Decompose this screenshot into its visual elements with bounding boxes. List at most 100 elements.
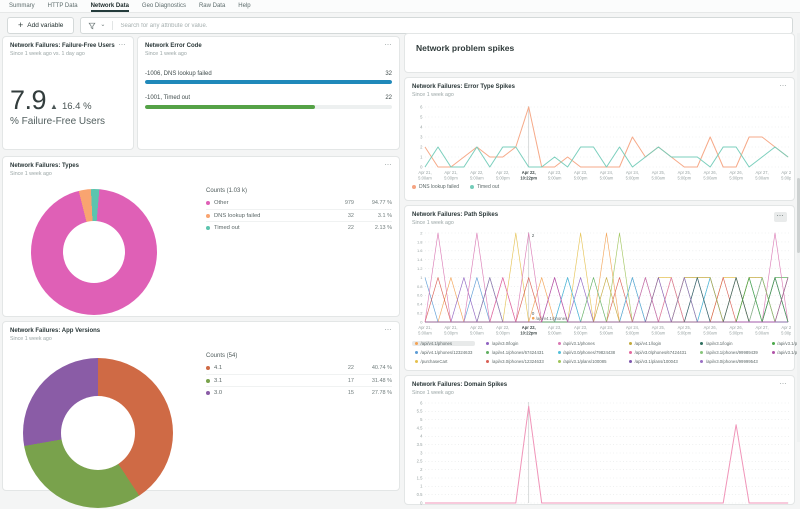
table-row[interactable]: 4.1 22 40.74 % [206, 362, 392, 374]
svg-text:5:00am: 5:00am [703, 175, 717, 180]
svg-text:Apr 24,: Apr 24, [600, 170, 613, 175]
legend-item[interactable]: /api/v3.0/phones/12324633 [483, 359, 546, 364]
svg-text:5:00pm: 5:00pm [496, 330, 510, 335]
panel-domain-spikes: Network Failures: Domain Spikes Since 1 … [404, 375, 795, 505]
legend-item[interactable]: /api/v4.1/phones [412, 341, 476, 347]
bar-value: 22 [385, 95, 392, 101]
legend-label: /api/v3.1/plans/100043 [634, 358, 678, 364]
legend-item[interactable]: /api/v3.1/plans/100001 [769, 350, 800, 355]
legend-item[interactable]: Timed out [470, 184, 499, 190]
legend-item[interactable]: /api/v4.1/login [626, 341, 689, 346]
svg-text:Apr 22,: Apr 22, [470, 170, 483, 175]
legend-item[interactable]: /purchaseCart [412, 359, 475, 364]
row-percent: 2.13 % [374, 224, 392, 231]
legend-dot-icon [206, 366, 210, 370]
tab-geo-diagnostics[interactable]: Geo Diagnostics [142, 0, 186, 12]
panel-menu-icon[interactable]: ⋯ [385, 327, 393, 334]
legend-item[interactable]: /api/v3.1/phones [555, 341, 618, 346]
nav-tabs: Summary HTTP Data Network Data Geo Diagnost… [0, 0, 800, 13]
panel-menu-icon[interactable]: ⋯ [385, 42, 393, 49]
svg-text:3: 3 [420, 134, 423, 139]
legend-dot-icon [206, 225, 210, 230]
tab-network-data[interactable]: Network Data [91, 0, 129, 12]
chevron-down-icon[interactable]: ⌄ [100, 22, 105, 28]
legend-item[interactable]: /api/v3.1/phones/72324633 [769, 341, 800, 346]
svg-text:5:00am: 5:00am [652, 330, 666, 335]
table-row[interactable]: Timed out 22 2.13 % [206, 221, 392, 233]
legend-item[interactable]: /api/v3.1/phones/99989439 [697, 350, 760, 355]
row-label: 4.1 [214, 365, 223, 371]
legend-dot-icon [415, 359, 418, 363]
svg-text:5:00pm: 5:00pm [781, 330, 791, 335]
svg-text:4.5: 4.5 [417, 425, 423, 430]
legend-label: /api/v3.0/phones/99999543 [705, 358, 758, 364]
row-value: 32 [347, 212, 354, 219]
panel-menu-icon[interactable]: ⋯ [385, 162, 393, 169]
panel-menu-icon[interactable]: ⋯ [780, 83, 788, 90]
legend-item[interactable]: /api/v3.1/login [697, 341, 760, 346]
svg-text:Apr 27,: Apr 27, [755, 325, 768, 330]
panel-subtitle: Since 1 week ago [412, 389, 454, 396]
legend-item[interactable]: /api/v4.1/phones/12324633 [412, 350, 475, 355]
table-row[interactable]: 3.1 17 31.48 % [206, 374, 392, 386]
bar-label-row: -1001, Timed out 22 [145, 95, 392, 101]
svg-text:5:00am: 5:00am [755, 330, 769, 335]
series-line [425, 276, 789, 322]
legend-dot-icon [415, 342, 418, 346]
bar-row[interactable]: -1006, DNS lookup failed 32 [145, 70, 392, 84]
svg-text:2: 2 [420, 230, 423, 235]
legend-item[interactable]: /api/v3.1/plans/100043 [626, 359, 689, 364]
svg-text:Apr 24,: Apr 24, [600, 325, 613, 330]
add-variable-label: Add variable [27, 22, 64, 29]
legend-item[interactable]: /api/v3.0/phones/79824438 [555, 350, 618, 355]
dashboard: Summary HTTP Data Network Data Geo Diagnost… [0, 0, 800, 508]
legend-label: /api/v4.1/phones/12324633 [420, 350, 473, 356]
bar-label: -1001, Timed out [145, 95, 191, 101]
svg-text:5:00pm: 5:00pm [496, 175, 510, 180]
filter-icon[interactable] [88, 22, 96, 30]
svg-text:Apr 25,: Apr 25, [652, 325, 665, 330]
search-input[interactable] [120, 22, 785, 29]
table-row[interactable]: DNS lookup failed 32 3.1 % [206, 209, 392, 221]
table-row[interactable]: Other 979 94.77 % [206, 197, 392, 209]
bar-row[interactable]: -1001, Timed out 22 [145, 95, 392, 109]
legend-dot-icon [557, 342, 561, 346]
svg-text:5:00pm: 5:00pm [626, 175, 640, 180]
svg-text:0.5: 0.5 [417, 492, 423, 497]
legend-label: DNS lookup failed [419, 183, 460, 190]
svg-text:1.5: 1.5 [417, 475, 423, 480]
panel-network-error-code: Network Error Code Since 1 week ago ⋯ -1… [137, 36, 400, 150]
svg-text:6: 6 [420, 104, 423, 109]
legend-item[interactable]: /api/v3.1/plans/100085 [555, 359, 618, 364]
add-variable-button[interactable]: + Add variable [7, 17, 75, 34]
legend-dot-icon [486, 359, 490, 363]
bar-track [145, 80, 392, 84]
legend-item[interactable]: DNS lookup failed [412, 184, 459, 190]
legend-item[interactable]: /api/v3.0/phones/99999543 [697, 359, 760, 364]
tab-help[interactable]: Help [238, 0, 250, 12]
table-row[interactable]: 3.0 15 27.78 % [206, 386, 392, 398]
panel-title: Network Failures: Failure-Free Users [10, 43, 115, 49]
panel-menu-icon[interactable]: ⋯ [773, 212, 787, 222]
tab-summary[interactable]: Summary [9, 0, 35, 12]
row-label: 3.0 [214, 389, 223, 396]
legend-item[interactable]: /api/v3.0/phones/67424431 [626, 350, 689, 355]
bar-fill [145, 80, 392, 84]
series-line [425, 276, 788, 322]
svg-text:Apr 26,: Apr 26, [730, 325, 743, 330]
svg-text:0: 0 [420, 500, 423, 505]
panel-failure-types: Network Failures: Types Since 1 week ago… [2, 156, 400, 317]
panel-menu-icon[interactable]: ⋯ [119, 42, 127, 49]
tab-raw-data[interactable]: Raw Data [199, 0, 225, 12]
tab-http-data[interactable]: HTTP Data [48, 0, 78, 12]
legend-label: /purchaseCart [420, 358, 448, 364]
legend-item[interactable]: /api/v3.0/login [483, 341, 546, 346]
svg-text:1.8: 1.8 [417, 239, 423, 244]
legend-dot-icon [470, 184, 475, 189]
panel-menu-icon[interactable]: ⋯ [780, 381, 788, 388]
error-type-spikes-line-chart: 0123456Apr 21,5:00amApr 21,5:00pmApr 22,… [418, 104, 791, 180]
svg-text:Apr 25,: Apr 25, [678, 170, 691, 175]
search-bar[interactable]: ⌄ [80, 17, 793, 34]
legend-item[interactable]: /api/v4.1/phones/67424431 [483, 350, 546, 355]
bar-value: 32 [385, 70, 392, 77]
